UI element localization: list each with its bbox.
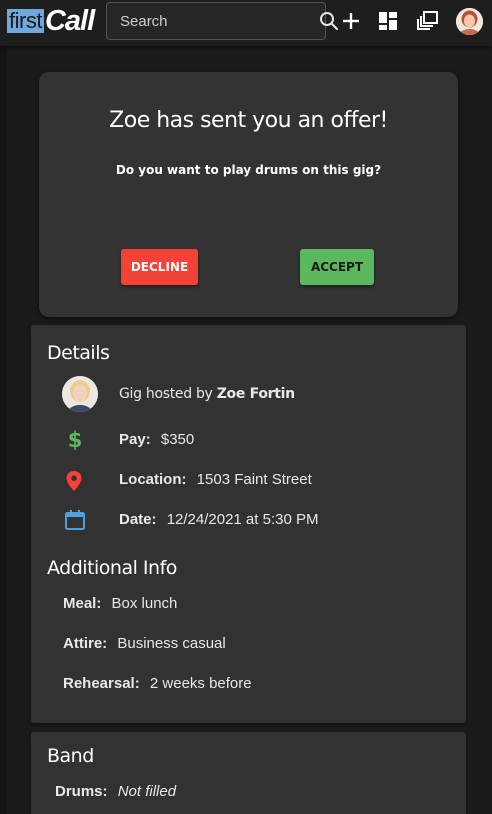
drums-row: Drums: Not filled bbox=[55, 783, 176, 800]
host-prefix: Gig hosted by bbox=[119, 386, 213, 402]
calendar-icon bbox=[64, 508, 86, 532]
rehearsal-value: 2 weeks before bbox=[149, 675, 252, 692]
additional-info-heading: Additional Info bbox=[47, 557, 177, 579]
meal-row: Meal: Box lunch bbox=[63, 595, 177, 612]
meal-label: Meal: bbox=[63, 595, 102, 612]
location-value[interactable]: 1503 Faint Street bbox=[197, 471, 312, 488]
rehearsal-row: Rehearsal: 2 weeks before bbox=[63, 675, 252, 692]
rehearsal-label: Rehearsal: bbox=[63, 675, 140, 692]
drums-value[interactable]: Not filled bbox=[118, 783, 176, 800]
band-heading: Band bbox=[47, 745, 94, 767]
details-heading: Details bbox=[47, 342, 110, 364]
top-bar: first Call bbox=[0, 0, 492, 46]
attire-value: Business casual bbox=[117, 635, 226, 652]
meal-value: Box lunch bbox=[111, 595, 178, 612]
offer-question: Do you want to play drums on this gig? bbox=[115, 163, 382, 177]
attire-row: Attire: Business casual bbox=[63, 635, 226, 652]
attire-label: Attire: bbox=[63, 635, 108, 652]
dollar-icon: $ bbox=[65, 429, 85, 451]
decline-button[interactable]: DECLINE bbox=[121, 249, 198, 285]
library-icon[interactable] bbox=[416, 9, 440, 33]
location-row: Location: 1503 Faint Street bbox=[119, 471, 312, 488]
accept-button[interactable]: ACCEPT bbox=[300, 249, 374, 285]
date-value: 12/24/2021 at 5:30 PM bbox=[166, 511, 319, 528]
search-icon[interactable] bbox=[319, 11, 339, 31]
search-box bbox=[106, 2, 339, 40]
drums-label: Drums: bbox=[55, 783, 108, 800]
logo-call-text: Call bbox=[44, 4, 95, 37]
plus-icon[interactable] bbox=[339, 9, 363, 33]
date-row: Date: 12/24/2021 at 5:30 PM bbox=[119, 511, 318, 528]
svg-text:$: $ bbox=[68, 429, 83, 451]
offer-title: Zoe has sent you an offer! bbox=[109, 108, 388, 133]
host-avatar[interactable] bbox=[62, 376, 98, 412]
host-line: Gig hosted by Zoe Fortin bbox=[119, 386, 301, 402]
pay-row: Pay: $350 bbox=[119, 431, 194, 448]
app-logo[interactable]: first Call bbox=[7, 4, 95, 37]
user-avatar[interactable] bbox=[456, 8, 483, 35]
band-card bbox=[31, 732, 466, 814]
dashboard-icon[interactable] bbox=[376, 9, 400, 33]
left-rail bbox=[0, 46, 7, 814]
logo-first-text: first bbox=[7, 8, 44, 33]
host-name[interactable]: Zoe Fortin bbox=[217, 386, 295, 402]
map-pin-icon bbox=[64, 470, 84, 492]
pay-label: Pay: bbox=[119, 431, 151, 448]
pay-value: $350 bbox=[160, 431, 195, 448]
date-label: Date: bbox=[119, 511, 157, 528]
location-label: Location: bbox=[119, 471, 187, 488]
search-input[interactable] bbox=[120, 12, 319, 30]
